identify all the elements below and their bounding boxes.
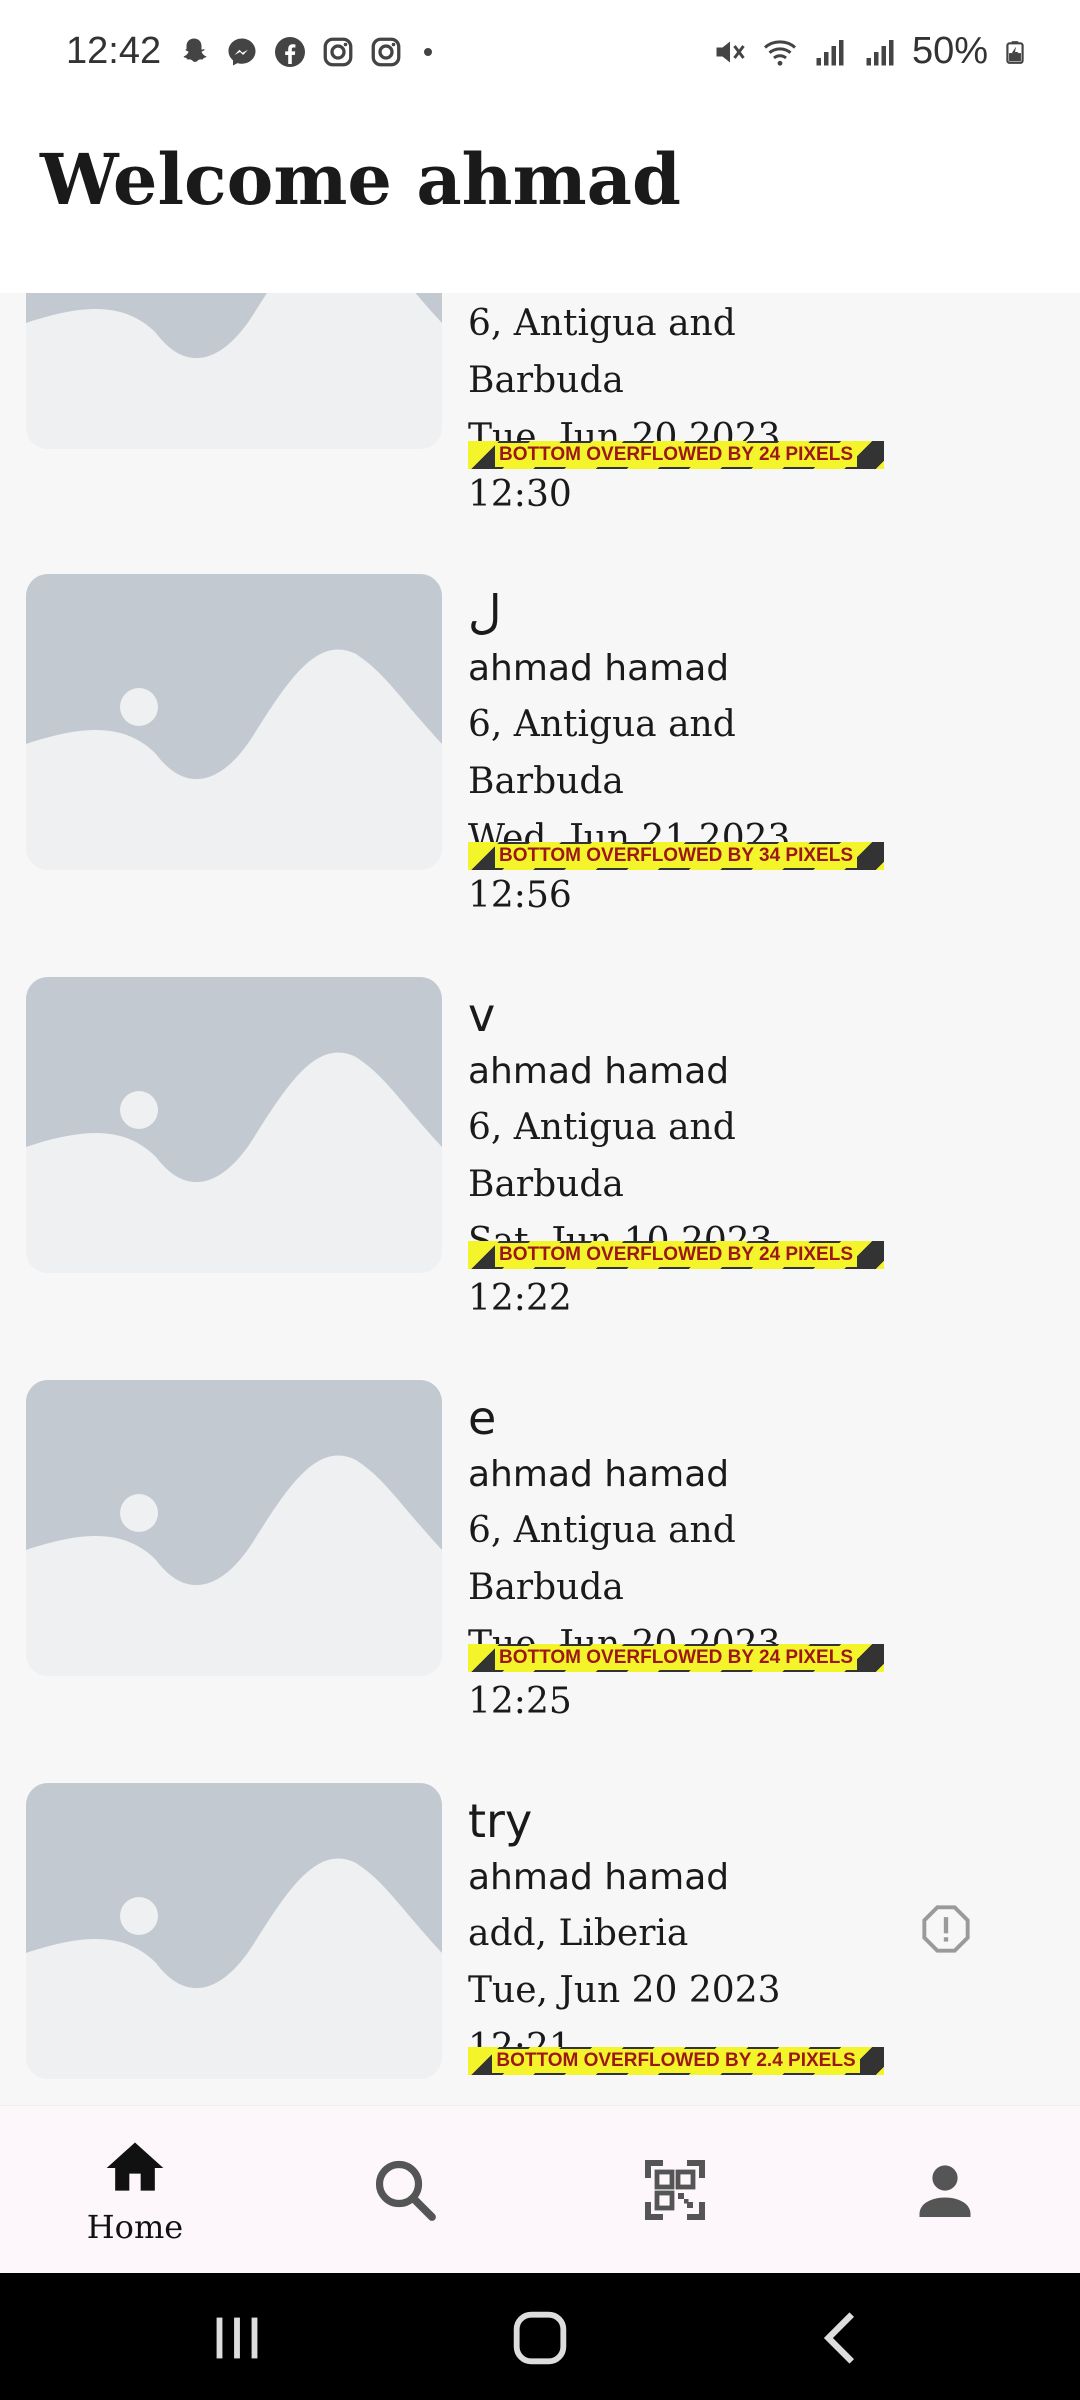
- overflow-warning: BOTTOM OVERFLOWED BY 24 PIXELS: [468, 441, 884, 469]
- item-location-line2: Barbuda: [468, 1567, 624, 1608]
- overflow-warning-label: BOTTOM OVERFLOWED BY 24 PIXELS: [494, 1243, 857, 1267]
- report-icon[interactable]: [920, 1903, 972, 1955]
- item-date: Tue, Jun 20 2023: [468, 1970, 781, 2011]
- page-title: Welcome ahmad: [40, 138, 681, 221]
- system-navigation-bar: [0, 2273, 1080, 2400]
- nav-home[interactable]: Home: [0, 2106, 270, 2274]
- wifi-icon: [763, 39, 796, 66]
- item-location: 6, Antigua and: [468, 704, 736, 745]
- status-time: 12:42: [66, 30, 162, 72]
- nav-search[interactable]: [270, 2106, 540, 2274]
- image-placeholder: [26, 293, 442, 449]
- mute-icon: [716, 41, 745, 62]
- back-button[interactable]: [808, 2303, 878, 2373]
- item-details: 6, Antigua and Barbuda Tue, Jun 20 2023 …: [468, 295, 898, 523]
- item-location: 6, Antigua and: [468, 1510, 736, 1551]
- item-title: ل: [468, 585, 502, 639]
- item-user: ahmad hamad: [468, 648, 730, 689]
- overflow-warning: BOTTOM OVERFLOWED BY 2.4 PIXELS: [468, 2047, 884, 2075]
- home-icon: [106, 2142, 164, 2191]
- item-time: 12:22: [468, 1278, 572, 1319]
- item-user: ahmad hamad: [468, 1454, 730, 1495]
- item-location: 6, Antigua and: [468, 303, 736, 344]
- item-time: 12:25: [468, 1681, 572, 1722]
- image-placeholder-icon: [26, 977, 442, 1273]
- image-placeholder: [26, 977, 442, 1273]
- list-item[interactable]: v ahmad hamad 6, Antigua and Barbuda Sat…: [0, 977, 1080, 1377]
- battery-percent: 50%: [911, 30, 988, 72]
- list-item[interactable]: ل ahmad hamad 6, Antigua and Barbuda Wed…: [0, 574, 1080, 974]
- profile-icon: [919, 2165, 971, 2217]
- image-placeholder: [26, 1380, 442, 1676]
- notification-icons: [176, 34, 440, 70]
- facebook-icon: [275, 37, 305, 67]
- event-list[interactable]: 6, Antigua and Barbuda Tue, Jun 20 2023 …: [0, 293, 1080, 2105]
- overflow-warning-label: BOTTOM OVERFLOWED BY 34 PIXELS: [494, 844, 857, 868]
- item-location-line2: Barbuda: [468, 1164, 624, 1205]
- item-title: e: [468, 1391, 497, 1445]
- instagram-icon: [323, 37, 353, 67]
- image-placeholder-icon: [26, 574, 442, 870]
- overflow-warning: BOTTOM OVERFLOWED BY 34 PIXELS: [468, 842, 884, 870]
- item-location: add, Liberia: [468, 1913, 689, 1954]
- instagram-icon: [371, 37, 401, 67]
- image-placeholder-icon: [26, 293, 442, 449]
- item-details: try ahmad hamad add, Liberia Tue, Jun 20…: [468, 1791, 898, 2076]
- system-status: 50%: [712, 30, 1028, 73]
- item-details: e ahmad hamad 6, Antigua and Barbuda Tue…: [468, 1388, 898, 1730]
- list-item[interactable]: try ahmad hamad add, Liberia Tue, Jun 20…: [0, 1783, 1080, 2105]
- item-title: try: [468, 1794, 533, 1848]
- bottom-navigation: Home: [0, 2105, 1080, 2273]
- item-time: 12:30: [468, 474, 572, 515]
- overflow-warning-label: BOTTOM OVERFLOWED BY 24 PIXELS: [494, 1646, 857, 1670]
- item-user: ahmad hamad: [468, 1857, 730, 1898]
- status-bar: 12:42 50%: [0, 0, 1080, 108]
- battery-charging-icon: [1006, 40, 1024, 64]
- nav-profile[interactable]: [810, 2106, 1080, 2274]
- item-time: 12:56: [468, 875, 572, 916]
- snapchat-icon: [183, 38, 207, 62]
- item-location: 6, Antigua and: [468, 1107, 736, 1148]
- image-placeholder: [26, 1783, 442, 2079]
- item-title: v: [468, 988, 496, 1042]
- item-details: ل ahmad hamad 6, Antigua and Barbuda Wed…: [468, 582, 898, 924]
- overflow-warning-label: BOTTOM OVERFLOWED BY 24 PIXELS: [494, 443, 857, 467]
- item-location-line2: Barbuda: [468, 360, 624, 401]
- overflow-warning-label: BOTTOM OVERFLOWED BY 2.4 PIXELS: [492, 2049, 860, 2073]
- item-details: v ahmad hamad 6, Antigua and Barbuda Sat…: [468, 985, 898, 1327]
- image-placeholder-icon: [26, 1380, 442, 1676]
- image-placeholder: [26, 574, 442, 870]
- app-header: Welcome ahmad: [0, 108, 1080, 293]
- item-location-line2: Barbuda: [468, 761, 624, 802]
- overflow-warning: BOTTOM OVERFLOWED BY 24 PIXELS: [468, 1241, 884, 1269]
- list-item[interactable]: e ahmad hamad 6, Antigua and Barbuda Tue…: [0, 1380, 1080, 1780]
- qr-code-icon: [645, 2160, 705, 2220]
- search-icon: [375, 2160, 436, 2221]
- image-placeholder-icon: [26, 1783, 442, 2079]
- more-dot-icon: [424, 48, 432, 56]
- recent-apps-button[interactable]: [202, 2303, 272, 2373]
- nav-qr-scan[interactable]: [540, 2106, 810, 2274]
- signal-icon: [866, 39, 894, 65]
- list-item[interactable]: 6, Antigua and Barbuda Tue, Jun 20 2023 …: [0, 293, 1080, 553]
- messenger-icon: [228, 38, 256, 66]
- overflow-warning: BOTTOM OVERFLOWED BY 24 PIXELS: [468, 1644, 884, 1672]
- home-button[interactable]: [505, 2303, 575, 2373]
- nav-home-label: Home: [86, 2208, 184, 2246]
- signal-icon: [816, 39, 844, 65]
- item-user: ahmad hamad: [468, 1051, 730, 1092]
